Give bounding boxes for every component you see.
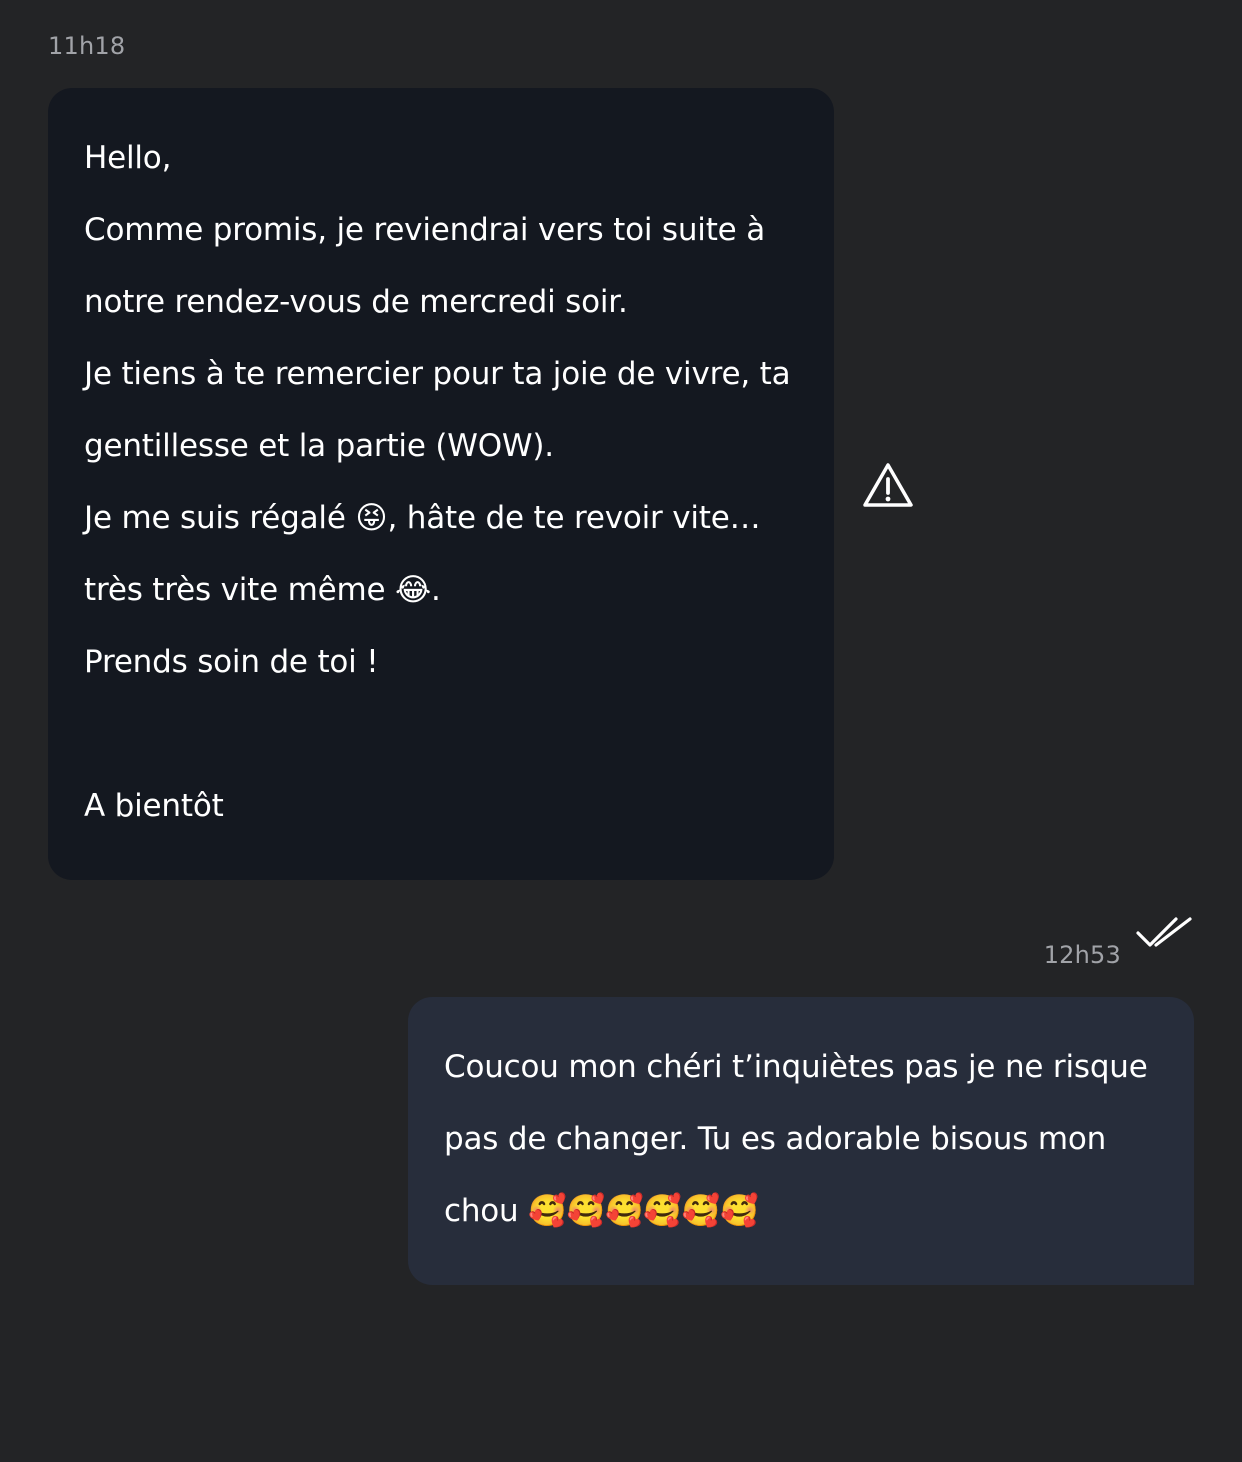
incoming-message-bubble[interactable]: Hello, Comme promis, je reviendrai vers … <box>48 88 834 880</box>
message-line: Coucou mon chéri t’inquiètes pas je ne r… <box>444 1049 1148 1085</box>
warning-triangle-icon[interactable] <box>862 461 914 509</box>
message-line: Comme promis, je reviendrai vers toi sui… <box>84 212 765 248</box>
outgoing-timestamp: 12h53 <box>1043 941 1121 969</box>
message-line: notre rendez-vous de mercredi soir. <box>84 284 628 320</box>
message-line: chou 🥰🥰🥰🥰🥰🥰 <box>444 1193 759 1229</box>
message-line: A bientôt <box>84 788 224 824</box>
double-check-icon <box>1136 917 1192 947</box>
outgoing-message-bubble[interactable]: Coucou mon chéri t’inquiètes pas je ne r… <box>408 997 1194 1285</box>
message-line: gentillesse et la partie (WOW). <box>84 428 554 464</box>
incoming-timestamp: 11h18 <box>48 32 126 60</box>
message-line: pas de changer. Tu es adorable bisous mo… <box>444 1121 1107 1157</box>
message-line: Je tiens à te remercier pour ta joie de … <box>84 356 791 392</box>
message-line: Je me suis régalé 😝, hâte de te revoir v… <box>84 500 761 536</box>
message-line: très très vite même 😂. <box>84 572 441 608</box>
message-line: Prends soin de toi ! <box>84 644 379 680</box>
message-line: Hello, <box>84 140 172 176</box>
